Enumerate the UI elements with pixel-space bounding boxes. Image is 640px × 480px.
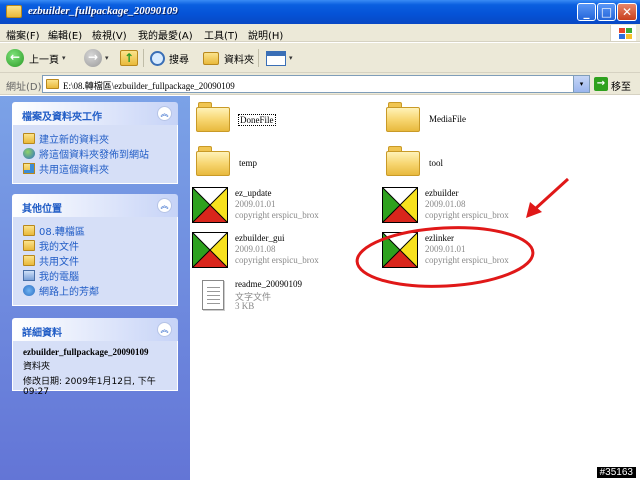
toolbar: ← 上一頁 ▾ → ▾ ↑ 搜尋 資料夾 ▾ [0, 43, 640, 73]
menu-edit[interactable]: 編輯(E) [48, 27, 82, 42]
search-button[interactable]: 搜尋 [150, 47, 189, 69]
back-arrow-icon: ← [6, 49, 24, 67]
task-share-folder[interactable]: 共用這個資料夾 [23, 161, 169, 176]
watermark: #35163 [596, 467, 636, 478]
toolbar-divider [258, 49, 259, 67]
menu-file[interactable]: 檔案(F) [6, 27, 40, 42]
chevron-down-icon: ▾ [289, 54, 293, 62]
back-label: 上一頁 [29, 54, 59, 66]
maximize-button[interactable]: □ [597, 3, 616, 21]
place-my-computer[interactable]: 我的電腦 [23, 268, 169, 283]
place-network[interactable]: 網路上的芳鄰 [23, 283, 169, 298]
address-bar: 網址(D) E:\08.轉檔區\ezbuilder_fullpackage_20… [0, 73, 640, 95]
file-tasks-title: 檔案及資料夾工作 [22, 112, 102, 123]
menu-favorites[interactable]: 我的最愛(A) [138, 27, 193, 42]
new-folder-icon [23, 133, 35, 144]
address-value: E:\08.轉檔區\ezbuilder_fullpackage_20090109 [63, 81, 235, 91]
up-folder-icon: ↑ [120, 50, 138, 66]
folders-label: 資料夾 [224, 54, 254, 66]
window-title: ezbuilder_fullpackage_20090109 [28, 5, 178, 17]
annotation-arrow-shaft [533, 177, 570, 211]
network-places-icon [23, 285, 35, 296]
folders-icon [203, 51, 219, 65]
collapse-chevron-icon[interactable]: ︽ [157, 106, 172, 121]
close-button[interactable]: ✕ [617, 3, 637, 21]
other-places-panel: 其他位置 ︽ 08.轉檔區 我的文件 共用文件 我的電腦 網路上的芳鄰 [12, 194, 178, 306]
place-shared-documents[interactable]: 共用文件 [23, 253, 169, 268]
details-modified: 修改日期: 2009年1月12日, 下午 [23, 377, 156, 387]
details-panel: 詳細資料 ︽ ezbuilder_fullpackage_20090109 資料… [12, 318, 178, 397]
details-type: 資料夾 [23, 362, 51, 372]
place-parent-folder[interactable]: 08.轉檔區 [23, 223, 169, 238]
forward-arrow-icon: → [84, 49, 102, 67]
details-title: 詳細資料 [22, 328, 62, 339]
collapse-chevron-icon[interactable]: ︽ [157, 198, 172, 213]
details-header[interactable]: 詳細資料 ︽ [12, 318, 178, 341]
toolbar-divider [143, 49, 144, 67]
other-places-header[interactable]: 其他位置 ︽ [12, 194, 178, 217]
details-modified-time: 09:27 [23, 387, 49, 397]
file-view[interactable]: DoneFile MediaFile temp tool ez_update 2… [190, 96, 640, 480]
my-documents-icon [23, 240, 35, 251]
search-label: 搜尋 [169, 54, 189, 66]
folders-button[interactable]: 資料夾 [203, 47, 254, 69]
menu-view[interactable]: 檢視(V) [92, 27, 127, 42]
menu-tools[interactable]: 工具(T) [204, 27, 238, 42]
windows-logo-icon [610, 25, 636, 41]
collapse-chevron-icon[interactable]: ︽ [157, 322, 172, 337]
search-icon [150, 50, 165, 66]
go-arrow-icon[interactable]: → [594, 77, 608, 91]
back-button[interactable]: ← 上一頁 ▾ [6, 47, 66, 69]
address-dropdown-button[interactable]: ▾ [573, 76, 589, 92]
views-icon [266, 50, 286, 66]
details-folder-name: ezbuilder_fullpackage_20090109 [23, 347, 149, 357]
menu-bar: 檔案(F) 編輯(E) 檢視(V) 我的最愛(A) 工具(T) 說明(H) [0, 24, 640, 42]
task-new-folder[interactable]: 建立新的資料夾 [23, 131, 169, 146]
minimize-button[interactable]: _ [577, 3, 596, 21]
place-my-documents[interactable]: 我的文件 [23, 238, 169, 253]
file-tasks-panel: 檔案及資料夾工作 ︽ 建立新的資料夾 將這個資料夾發佈到網站 共用這個資料夾 [12, 102, 178, 184]
chevron-down-icon: ▾ [105, 54, 109, 62]
annotation-overlay [355, 177, 570, 288]
folder-icon [23, 225, 35, 236]
shared-documents-icon [23, 255, 35, 266]
menu-help[interactable]: 說明(H) [248, 27, 283, 42]
views-button[interactable]: ▾ [266, 47, 293, 69]
file-tasks-header[interactable]: 檔案及資料夾工作 ︽ [12, 102, 178, 125]
other-places-title: 其他位置 [22, 204, 62, 215]
publish-web-icon [23, 148, 35, 159]
chevron-down-icon: ▾ [62, 54, 66, 62]
folder-icon [6, 5, 22, 18]
address-label: 網址(D) [6, 82, 42, 93]
task-pane: 檔案及資料夾工作 ︽ 建立新的資料夾 將這個資料夾發佈到網站 共用這個資料夾 其… [0, 96, 190, 480]
my-computer-icon [23, 270, 35, 281]
share-folder-icon [23, 163, 35, 174]
go-button[interactable]: 移至 [611, 78, 631, 93]
title-bar[interactable]: ezbuilder_fullpackage_20090109 _ □ ✕ [0, 0, 640, 24]
forward-button[interactable]: → ▾ [84, 47, 109, 69]
address-input[interactable]: E:\08.轉檔區\ezbuilder_fullpackage_20090109… [42, 75, 590, 93]
task-publish-web[interactable]: 將這個資料夾發佈到網站 [23, 146, 169, 161]
highlight-circle [355, 226, 535, 288]
up-folder-button[interactable]: ↑ [120, 47, 138, 69]
folder-icon [46, 79, 59, 89]
